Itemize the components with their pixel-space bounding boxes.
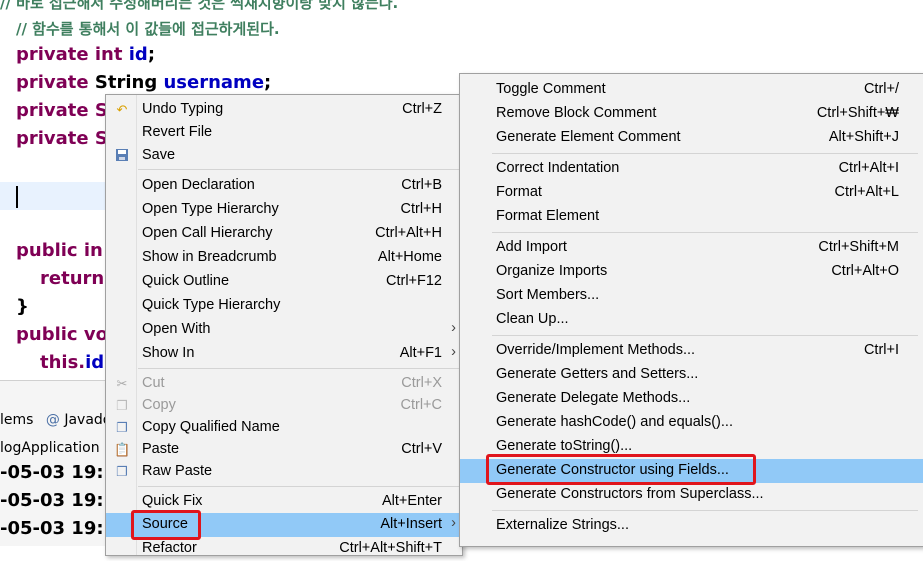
code-line: private int id;: [16, 44, 156, 65]
console-app-name: logApplication: [0, 440, 100, 456]
panel-tabs: lems @ Javado: [0, 412, 111, 436]
menu-item-generate-tostring[interactable]: Generate toString()...: [460, 435, 923, 459]
menu-item-open-type-hierarchy[interactable]: Open Type Hierarchy Ctrl+H: [106, 198, 462, 222]
log-line: -05-03 19:1: [0, 518, 117, 539]
menu-separator: [492, 232, 918, 233]
tab-problems[interactable]: lems: [0, 412, 33, 428]
submenu-arrow-icon: ›: [451, 320, 456, 336]
save-icon: [114, 148, 130, 164]
menu-item-correct-indentation[interactable]: Correct Indentation Ctrl+Alt+I: [460, 157, 923, 181]
menu-item-generate-getters-setters[interactable]: Generate Getters and Setters...: [460, 363, 923, 387]
menu-item-quick-outline[interactable]: Quick Outline Ctrl+F12: [106, 270, 462, 294]
paste-icon: 📋: [114, 442, 131, 457]
menu-item-organize-imports[interactable]: Organize Imports Ctrl+Alt+O: [460, 260, 923, 284]
menu-item-generate-constructors-from-superclass[interactable]: Generate Constructors from Superclass...: [460, 483, 923, 507]
menu-item-add-import[interactable]: Add Import Ctrl+Shift+M: [460, 236, 923, 260]
menu-separator: [492, 335, 918, 336]
menu-item-open-with[interactable]: Open With ›: [106, 318, 462, 342]
menu-separator: [138, 169, 460, 170]
menu-item-undo-typing[interactable]: ↶ Undo Typing Ctrl+Z: [106, 98, 462, 122]
menu-item-copy-qualified-name[interactable]: ❐ Copy Qualified Name: [106, 416, 462, 440]
menu-item-remove-block-comment[interactable]: Remove Block Comment Ctrl+Shift+₩: [460, 102, 923, 126]
menu-item-sort-members[interactable]: Sort Members...: [460, 284, 923, 308]
menu-item-format[interactable]: Format Ctrl+Alt+L: [460, 181, 923, 205]
text-caret: [16, 186, 18, 208]
menu-item-externalize-strings[interactable]: Externalize Strings...: [460, 514, 923, 538]
source-submenu: Toggle Comment Ctrl+/ Remove Block Comme…: [459, 73, 923, 547]
log-line: -05-03 19:1: [0, 462, 117, 483]
menu-item-toggle-comment[interactable]: Toggle Comment Ctrl+/: [460, 78, 923, 102]
code-line: private S: [16, 100, 108, 121]
menu-item-generate-delegate-methods[interactable]: Generate Delegate Methods...: [460, 387, 923, 411]
menu-separator: [138, 368, 460, 369]
menu-item-generate-constructor-using-fields[interactable]: Generate Constructor using Fields...: [460, 459, 923, 483]
menu-item-override-implement-methods[interactable]: Override/Implement Methods... Ctrl+I: [460, 339, 923, 363]
raw-paste-icon: ❐: [116, 464, 128, 479]
menu-item-refactor[interactable]: Refactor Ctrl+Alt+Shift+T: [106, 537, 462, 561]
menu-item-paste[interactable]: 📋 Paste Ctrl+V: [106, 438, 462, 462]
submenu-arrow-icon: ›: [451, 515, 456, 531]
code-line: }: [16, 296, 29, 317]
undo-icon: ↶: [116, 102, 128, 117]
menu-item-raw-paste[interactable]: ❐ Raw Paste: [106, 460, 462, 484]
code-line: return: [40, 268, 105, 289]
cut-icon: ✂: [116, 376, 128, 391]
menu-item-show-in[interactable]: Show In Alt+F1 ›: [106, 342, 462, 366]
code-line: private S: [16, 128, 108, 149]
menu-item-cut[interactable]: ✂ Cut Ctrl+X: [106, 372, 462, 396]
menu-item-save[interactable]: Save: [106, 144, 462, 168]
code-comment: // 바로 접근해서 수정해버리는 것은 썩재지향이랑 맞지 않는다.: [0, 0, 399, 12]
menu-item-copy[interactable]: ❐ Copy Ctrl+C: [106, 394, 462, 418]
code-line: public in: [16, 240, 103, 261]
menu-item-revert-file[interactable]: Revert File: [106, 121, 462, 145]
menu-separator: [492, 153, 918, 154]
menu-item-generate-element-comment[interactable]: Generate Element Comment Alt+Shift+J: [460, 126, 923, 150]
menu-item-generate-hashcode-equals[interactable]: Generate hashCode() and equals()...: [460, 411, 923, 435]
menu-separator: [492, 510, 918, 511]
menu-item-show-in-breadcrumb[interactable]: Show in Breadcrumb Alt+Home: [106, 246, 462, 270]
copy-qualified-icon: ❐: [116, 420, 128, 435]
log-line: -05-03 19:1: [0, 490, 117, 511]
menu-item-quick-fix[interactable]: Quick Fix Alt+Enter: [106, 490, 462, 514]
code-line: private String username;: [16, 72, 272, 93]
menu-separator: [138, 486, 460, 487]
menu-item-format-element[interactable]: Format Element: [460, 205, 923, 229]
javadoc-icon: @: [45, 412, 60, 428]
copy-icon: ❐: [116, 398, 128, 413]
editor-context-menu: ↶ Undo Typing Ctrl+Z Revert File Save Op…: [105, 94, 463, 556]
menu-item-open-declaration[interactable]: Open Declaration Ctrl+B: [106, 174, 462, 198]
submenu-arrow-icon: ›: [451, 344, 456, 360]
menu-item-source[interactable]: Source Alt+Insert ›: [106, 513, 462, 537]
code-line: this.id: [40, 352, 105, 373]
menu-item-quick-type-hierarchy[interactable]: Quick Type Hierarchy: [106, 294, 462, 318]
code-line: public vo: [16, 324, 108, 345]
menu-item-clean-up[interactable]: Clean Up...: [460, 308, 923, 332]
menu-item-open-call-hierarchy[interactable]: Open Call Hierarchy Ctrl+Alt+H: [106, 222, 462, 246]
code-comment: // 함수를 통해서 이 값들에 접근하게된다.: [16, 20, 280, 38]
